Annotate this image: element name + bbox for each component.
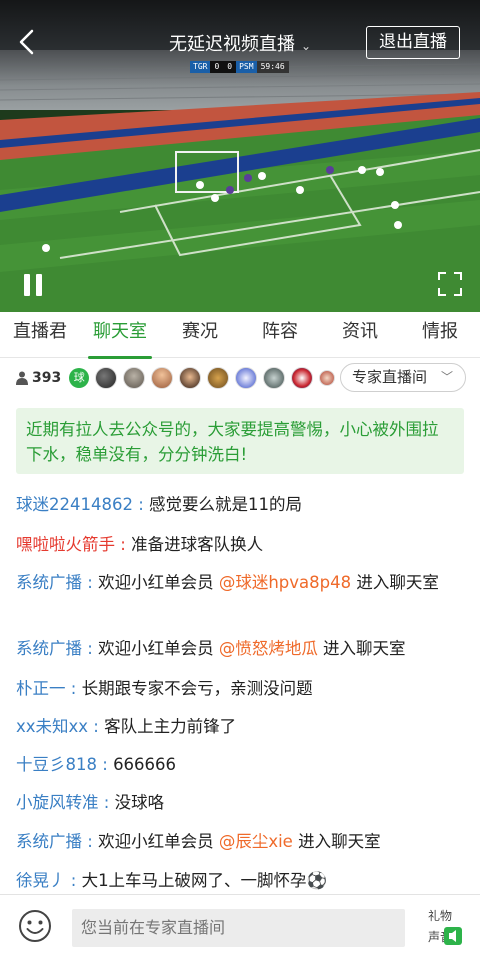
mention-link[interactable]: @球迷hpva8p48 <box>219 573 351 592</box>
chat-message: xx未知xx : 客队上主力前锋了 <box>16 712 466 741</box>
away-team: PSM <box>236 61 257 73</box>
mention-link[interactable]: @辰尘xie <box>219 832 293 851</box>
message-user[interactable]: 系统广播 <box>16 832 82 851</box>
message-separator: : <box>98 793 115 812</box>
chat-message: 嘿啦啦火箭手 : 准备进球客队换人 <box>16 530 466 559</box>
avatar[interactable] <box>151 367 174 389</box>
chevron-down-icon: ⌄ <box>300 39 312 53</box>
chat-message: 徐晃丿 : 大1上车马上破网了、一脚怀孕⚽ <box>16 866 466 894</box>
exit-live-button[interactable]: 退出直播 <box>366 26 460 59</box>
chat-message: 系统广播 : 欢迎小红单会员 @球迷hpva8p48 进入聊天室 <box>16 568 466 597</box>
message-text: 准备进球客队换人 <box>131 535 264 554</box>
message-user[interactable]: xx未知xx <box>16 717 88 736</box>
avatar[interactable] <box>235 367 258 389</box>
chat-message: 十豆彡818 : 666666 <box>16 750 466 779</box>
video-title-text: 无延迟视频直播 <box>168 34 295 55</box>
person-icon <box>16 371 28 385</box>
message-user[interactable]: 朴正一 <box>16 679 66 698</box>
message-user[interactable]: 小旋风转准 <box>16 793 99 812</box>
avatar[interactable] <box>95 367 118 389</box>
chat-input-bar: 礼物 声音 <box>0 894 480 960</box>
message-tail: 进入聊天室 <box>317 639 406 658</box>
message-separator: : <box>88 717 105 736</box>
gift-label-line1: 礼物 <box>428 908 452 923</box>
avatar[interactable] <box>179 367 202 389</box>
message-separator: : <box>97 755 114 774</box>
message-user[interactable]: 系统广播 <box>16 573 82 592</box>
expert-room-dropdown[interactable]: 专家直播间 ﹀ <box>340 363 466 392</box>
chat-info-row: 393 球 专家直播间 ﹀ <box>0 358 480 398</box>
message-separator: : <box>82 639 99 658</box>
online-avatars[interactable] <box>95 367 341 389</box>
fullscreen-icon[interactable] <box>438 272 462 296</box>
chevron-down-icon: ﹀ <box>440 370 453 384</box>
match-clock: 59:46 <box>256 61 289 73</box>
message-separator: : <box>82 573 99 592</box>
chat-input[interactable] <box>72 909 405 947</box>
chat-message: 系统广播 : 欢迎小红单会员 @愤怒烤地瓜 进入聊天室 <box>16 634 466 663</box>
video-player[interactable]: 无延迟视频直播 ⌄ 退出直播 TGR 0 0 PSM 59:46 <box>0 0 480 312</box>
message-separator: : <box>65 679 82 698</box>
message-separator: : <box>132 495 150 514</box>
message-tail: 进入聊天室 <box>351 573 439 592</box>
message-separator: : <box>82 832 99 851</box>
warning-notice: 近期有拉人去公众号的，大家要提高警惕，小心被外围拉下水，稳单没有，分分钟洗白! <box>16 408 464 474</box>
message-text: 长期跟专家不会亏，亲测没问题 <box>81 679 313 698</box>
avatar[interactable] <box>207 367 230 389</box>
message-text: 欢迎小红单会员 <box>98 832 219 851</box>
message-text: 欢迎小红单会员 <box>98 573 219 592</box>
tab-intel[interactable]: 情报 <box>400 312 480 357</box>
chat-message: 球迷22414862 : 感觉要么就是11的局 <box>16 490 466 519</box>
message-text: 客队上主力前锋了 <box>104 717 237 736</box>
online-count-value: 393 <box>32 370 62 386</box>
message-user[interactable]: 十豆彡818 <box>16 755 97 774</box>
chat-message-list[interactable]: 球迷22414862 : 感觉要么就是11的局 嘿啦啦火箭手 : 准备进球客队换… <box>0 486 480 894</box>
tab-chat-room[interactable]: 聊天室 <box>80 312 160 359</box>
home-score: 0 <box>210 61 224 73</box>
avatar[interactable] <box>319 370 336 386</box>
message-separator: : <box>115 535 132 554</box>
message-user[interactable]: 球迷22414862 <box>16 495 133 514</box>
away-score: 0 <box>223 61 237 73</box>
tab-news[interactable]: 资讯 <box>320 312 400 357</box>
expert-room-label: 专家直播间 <box>352 368 428 386</box>
tab-live-host[interactable]: 直播君 <box>0 312 80 357</box>
message-text: 欢迎小红单会员 <box>98 639 219 658</box>
message-text: 感觉要么就是11的局 <box>149 495 303 514</box>
message-text: 没球咯 <box>114 793 165 812</box>
message-text: 666666 <box>113 755 177 774</box>
online-count: 393 <box>16 370 61 386</box>
scoreboard: TGR 0 0 PSM 59:46 <box>190 61 289 73</box>
tab-bar: 直播君 聊天室 赛况 阵容 资讯 情报 <box>0 312 480 359</box>
pause-icon[interactable] <box>22 274 44 296</box>
avatar[interactable] <box>291 367 314 389</box>
ball-badge: 球 <box>69 368 90 388</box>
chat-message: 系统广播 : 欢迎小红单会员 @辰尘xie 进入聊天室 <box>16 827 466 856</box>
mention-link[interactable]: @愤怒烤地瓜 <box>219 639 318 658</box>
gift-sound-icon[interactable]: 礼物 声音 <box>424 907 464 949</box>
tab-match-status[interactable]: 赛况 <box>160 312 240 357</box>
message-user[interactable]: 系统广播 <box>16 639 82 658</box>
message-tail: 进入聊天室 <box>292 832 381 851</box>
message-user[interactable]: 嘿啦啦火箭手 <box>16 535 115 554</box>
tab-lineup[interactable]: 阵容 <box>240 312 320 357</box>
home-team: TGR <box>190 61 211 73</box>
message-text: 大1上车马上破网了、一脚怀孕⚽ <box>81 871 328 890</box>
message-separator: : <box>65 871 82 890</box>
chat-message: 小旋风转准 : 没球咯 <box>16 788 466 817</box>
chat-message: 朴正一 : 长期跟专家不会亏，亲测没问题 <box>16 674 466 703</box>
emoji-icon[interactable] <box>18 909 52 943</box>
avatar[interactable] <box>263 367 286 389</box>
avatar[interactable] <box>123 367 146 389</box>
message-user[interactable]: 徐晃丿 <box>16 871 66 890</box>
